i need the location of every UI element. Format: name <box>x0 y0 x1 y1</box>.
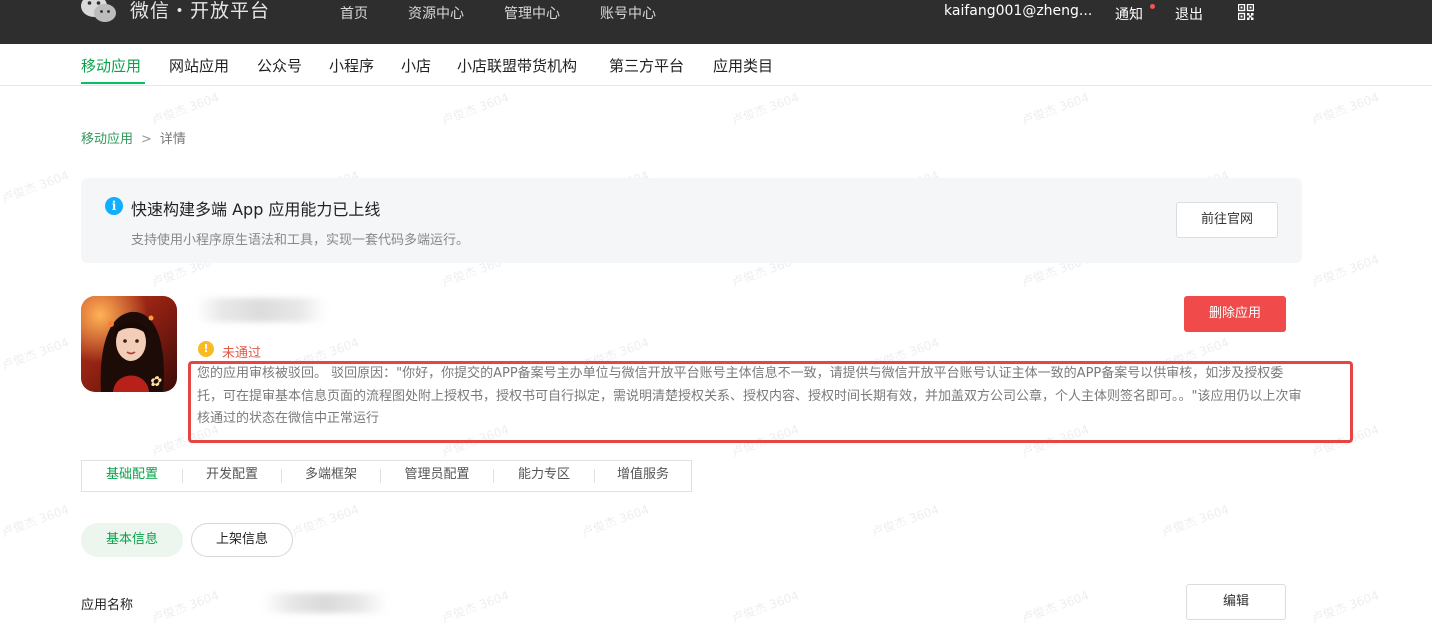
watermark-text: 卢俊杰 3604 <box>869 502 941 540</box>
notice-link[interactable]: 通知 <box>1115 4 1143 24</box>
banner-description: 支持使用小程序原生语法和工具，实现一套代码多端运行。 <box>131 233 470 248</box>
notice-unread-dot <box>1150 4 1155 9</box>
breadcrumb-current: 详情 <box>159 132 186 147</box>
tab-basic-info[interactable]: 基本信息 <box>81 523 183 557</box>
app-category-tabs: 移动应用 网站应用 公众号 小程序 小店 小店联盟带货机构 第三方平台 应用类目 <box>0 44 1432 86</box>
logout-link[interactable]: 退出 <box>1175 4 1203 24</box>
watermark-text: 卢俊杰 3604 <box>1019 90 1091 128</box>
nav-management[interactable]: 管理中心 <box>504 3 560 23</box>
tab-mobile-app[interactable]: 移动应用 <box>81 55 141 76</box>
app-name-redacted <box>196 298 326 322</box>
info-icon: i <box>105 197 123 215</box>
nav-home[interactable]: 首页 <box>340 3 368 23</box>
tab-capability-zone[interactable]: 能力专区 <box>494 460 594 492</box>
tab-mini-program[interactable]: 小程序 <box>329 55 374 76</box>
account-email[interactable]: kaifang001@zheng... <box>944 3 1092 19</box>
watermark-text: 卢俊杰 3604 <box>0 168 71 206</box>
watermark-text: 卢俊杰 3604 <box>439 588 511 626</box>
review-status: 未通过 <box>222 346 262 361</box>
watermark-text: 卢俊杰 3604 <box>289 502 361 540</box>
visit-website-button[interactable]: 前往官网 <box>1176 202 1278 238</box>
watermark-text: 卢俊杰 3604 <box>149 588 221 626</box>
tab-official-account[interactable]: 公众号 <box>257 55 302 76</box>
brand-title: 微信・开放平台 <box>130 0 271 22</box>
top-nav: 首页 资源中心 管理中心 账号中心 <box>340 3 696 23</box>
breadcrumb: 移动应用 > 详情 <box>81 128 186 147</box>
tab-multi-framework[interactable]: 多端框架 <box>282 460 380 492</box>
svg-text:✿: ✿ <box>149 374 162 390</box>
tab-third-party-platform[interactable]: 第三方平台 <box>609 55 684 76</box>
active-tab-indicator <box>81 82 145 84</box>
tab-dev-config[interactable]: 开发配置 <box>183 460 281 492</box>
nav-resources[interactable]: 资源中心 <box>408 3 464 23</box>
watermark-text: 卢俊杰 3604 <box>1309 588 1381 626</box>
watermark-text: 卢俊杰 3604 <box>439 90 511 128</box>
watermark-text: 卢俊杰 3604 <box>1309 252 1381 290</box>
tab-app-category[interactable]: 应用类目 <box>713 55 773 76</box>
config-tabs: 基础配置 开发配置 多端框架 管理员配置 能力专区 增值服务 <box>81 460 692 492</box>
wechat-logo[interactable]: 微信・开放平台 <box>80 0 270 24</box>
breadcrumb-separator: > <box>141 132 152 147</box>
app-name-label: 应用名称 <box>81 598 134 613</box>
watermark-text: 卢俊杰 3604 <box>729 90 801 128</box>
watermark-text: 卢俊杰 3604 <box>1309 90 1381 128</box>
watermark-text: 卢俊杰 3604 <box>1159 502 1231 540</box>
wechat-logo-icon <box>81 0 116 22</box>
feature-banner: i 快速构建多端 App 应用能力已上线 支持使用小程序原生语法和工具，实现一套… <box>81 178 1302 263</box>
banner-title: 快速构建多端 App 应用能力已上线 <box>131 200 381 219</box>
tab-admin-config[interactable]: 管理员配置 <box>381 460 493 492</box>
watermark-text: 卢俊杰 3604 <box>1019 588 1091 626</box>
reject-reason-text: 您的应用审核被驳回。 驳回原因："你好，你提交的APP备案号主办单位与微信开放平… <box>197 366 1302 426</box>
watermark-text: 卢俊杰 3604 <box>149 90 221 128</box>
nav-account[interactable]: 账号中心 <box>600 3 656 23</box>
app-icon-image: ✿ <box>81 296 177 392</box>
tab-value-added-service[interactable]: 增值服务 <box>595 460 691 492</box>
tab-basic-config[interactable]: 基础配置 <box>82 460 182 492</box>
warning-icon: ! <box>198 341 214 357</box>
watermark-text: 卢俊杰 3604 <box>0 335 71 373</box>
watermark-text: 卢俊杰 3604 <box>579 502 651 540</box>
tab-shop[interactable]: 小店 <box>401 55 431 76</box>
watermark-text: 卢俊杰 3604 <box>0 502 71 540</box>
top-navigation-bar: 微信・开放平台 首页 资源中心 管理中心 账号中心 kaifang001@zhe… <box>0 0 1432 44</box>
breadcrumb-mobile-app[interactable]: 移动应用 <box>81 132 133 147</box>
qrcode-icon[interactable] <box>1238 4 1254 20</box>
delete-app-button[interactable]: 删除应用 <box>1184 296 1286 332</box>
tab-shop-alliance[interactable]: 小店联盟带货机构 <box>457 55 577 76</box>
tab-website-app[interactable]: 网站应用 <box>169 55 229 76</box>
tab-listing-info[interactable]: 上架信息 <box>191 523 293 557</box>
app-name-value-redacted <box>262 593 388 613</box>
watermark-text: 卢俊杰 3604 <box>729 588 801 626</box>
edit-button[interactable]: 编辑 <box>1186 584 1286 620</box>
